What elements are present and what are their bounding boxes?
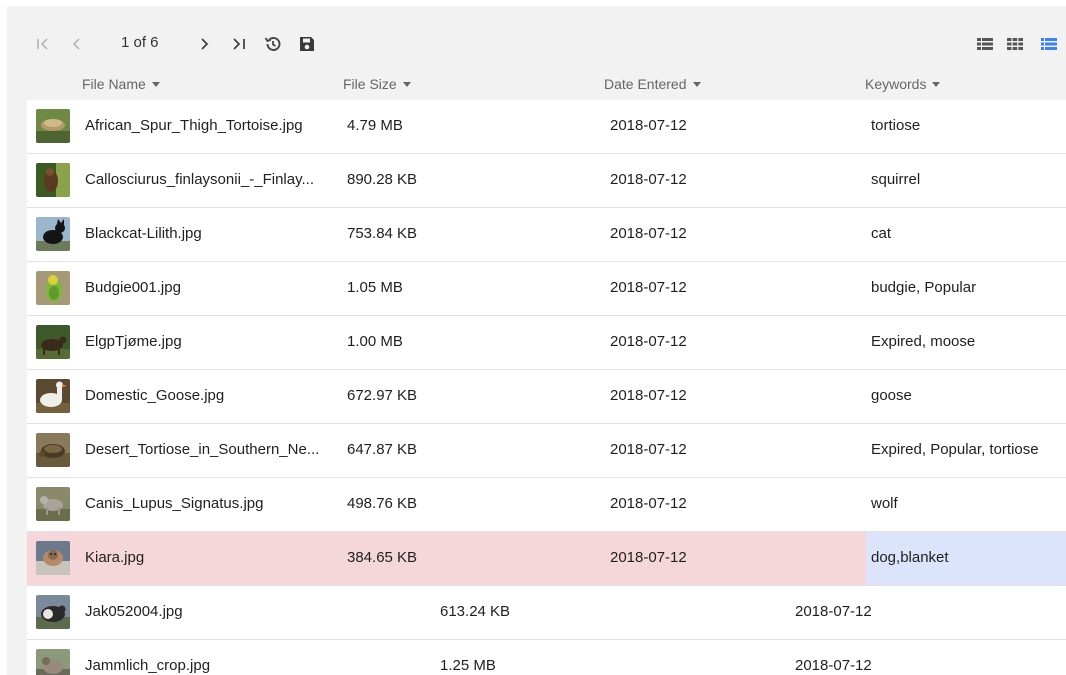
table-row[interactable]: African_Spur_Thigh_Tortoise.jpg 4.79 MB … [27, 100, 1066, 154]
table-row[interactable]: Canis_Lupus_Signatus.jpg 498.76 KB 2018-… [27, 478, 1066, 532]
column-header-label: File Size [343, 76, 397, 92]
keywords: cat [871, 225, 892, 242]
file-thumbnail [36, 433, 70, 467]
date-entered: 2018-07-12 [610, 549, 687, 566]
table-row[interactable]: Desert_Tortiose_in_Southern_Ne... 647.87… [27, 424, 1066, 478]
date-entered: 2018-07-12 [610, 495, 687, 512]
file-thumbnail [36, 379, 70, 413]
previous-page-icon[interactable] [69, 32, 85, 56]
date-entered: 2018-07-12 [610, 441, 687, 458]
file-thumbnail [36, 541, 70, 575]
file-size: 753.84 KB [347, 225, 418, 242]
save-icon[interactable] [296, 32, 318, 56]
file-size: 1.00 MB [347, 333, 403, 350]
date-entered: 2018-07-12 [610, 387, 687, 404]
keywords: squirrel [871, 171, 921, 188]
file-thumbnail [36, 271, 70, 305]
table-row[interactable]: Blackcat-Lilith.jpg 753.84 KB 2018-07-12… [27, 208, 1066, 262]
table-row[interactable]: Domestic_Goose.jpg 672.97 KB 2018-07-12 … [27, 370, 1066, 424]
file-name: Jak052004.jpg [85, 603, 183, 620]
keywords: Expired, Popular, tortiose [871, 441, 1039, 458]
history-icon[interactable] [262, 32, 284, 56]
file-thumbnail [36, 163, 70, 197]
file-name: Callosciurus_finlaysonii_-_Finlay... [85, 171, 314, 188]
column-header-label: File Name [82, 76, 146, 92]
grid-view-icon[interactable] [1005, 32, 1025, 56]
file-size: 613.24 KB [440, 603, 511, 620]
sort-caret-icon [151, 81, 160, 87]
column-header-file-size[interactable]: File Size [343, 76, 411, 92]
file-name: Desert_Tortiose_in_Southern_Ne... [85, 441, 320, 458]
file-thumbnail [36, 595, 70, 629]
file-thumbnail [36, 109, 70, 143]
file-size: 647.87 KB [347, 441, 418, 458]
keywords: Expired, moose [871, 333, 976, 350]
column-header-label: Keywords [865, 76, 927, 92]
keywords: tortiose [871, 117, 921, 134]
column-header-label: Date Entered [604, 76, 687, 92]
file-name: Domestic_Goose.jpg [85, 387, 225, 404]
table-row[interactable]: Jammlich_crop.jpg 1.25 MB 2018-07-12 [27, 640, 1066, 675]
last-page-icon[interactable] [229, 32, 249, 56]
table-row[interactable]: Callosciurus_finlaysonii_-_Finlay... 890… [27, 154, 1066, 208]
keywords: dog,blanket [871, 549, 949, 566]
file-thumbnail [36, 649, 70, 675]
file-size: 890.28 KB [347, 171, 418, 188]
file-thumbnail [36, 487, 70, 521]
file-name: ElgpTjøme.jpg [85, 333, 182, 350]
table-row[interactable]: ElgpTjøme.jpg 1.00 MB 2018-07-12 Expired… [27, 316, 1066, 370]
date-entered: 2018-07-12 [795, 657, 872, 674]
file-name: Jammlich_crop.jpg [85, 657, 211, 674]
file-size: 384.65 KB [347, 549, 418, 566]
sort-caret-icon [402, 81, 411, 87]
list-view-icon[interactable] [1038, 32, 1060, 56]
next-page-icon[interactable] [196, 32, 212, 56]
date-entered: 2018-07-12 [610, 171, 687, 188]
table-row-selected[interactable]: Kiara.jpg 384.65 KB 2018-07-12 dog,blank… [27, 532, 1066, 586]
table-row[interactable]: Budgie001.jpg 1.05 MB 2018-07-12 budgie,… [27, 262, 1066, 316]
sort-caret-icon [692, 81, 701, 87]
file-size: 1.05 MB [347, 279, 403, 296]
column-header-keywords[interactable]: Keywords [865, 76, 941, 92]
keywords: goose [871, 387, 912, 404]
sort-caret-icon [932, 81, 941, 87]
column-header-row: File Name File Size Date Entered Keyword… [7, 70, 1066, 100]
file-name: Kiara.jpg [85, 549, 145, 566]
table-row[interactable]: Jak052004.jpg 613.24 KB 2018-07-12 [27, 586, 1066, 640]
file-size: 498.76 KB [347, 495, 418, 512]
date-entered: 2018-07-12 [610, 117, 687, 134]
file-size: 4.79 MB [347, 117, 403, 134]
date-entered: 2018-07-12 [610, 279, 687, 296]
keywords: wolf [871, 495, 898, 512]
first-page-icon[interactable] [34, 32, 52, 56]
toolbar: 1 of 6 [7, 6, 1066, 70]
file-size: 1.25 MB [440, 657, 496, 674]
file-name: Blackcat-Lilith.jpg [85, 225, 202, 242]
date-entered: 2018-07-12 [610, 333, 687, 350]
keywords: budgie, Popular [871, 279, 977, 296]
file-thumbnail [36, 325, 70, 359]
compact-list-view-icon[interactable] [975, 32, 995, 56]
file-thumbnail [36, 217, 70, 251]
file-size: 672.97 KB [347, 387, 418, 404]
file-name: African_Spur_Thigh_Tortoise.jpg [85, 117, 303, 134]
file-browser-panel: 1 of 6 File Name File Size Date Entered … [7, 6, 1066, 675]
column-header-date-entered[interactable]: Date Entered [604, 76, 701, 92]
file-name: Canis_Lupus_Signatus.jpg [85, 495, 264, 512]
file-name: Budgie001.jpg [85, 279, 181, 296]
column-header-file-name[interactable]: File Name [82, 76, 160, 92]
page-indicator: 1 of 6 [121, 34, 159, 51]
date-entered: 2018-07-12 [795, 603, 872, 620]
date-entered: 2018-07-12 [610, 225, 687, 242]
